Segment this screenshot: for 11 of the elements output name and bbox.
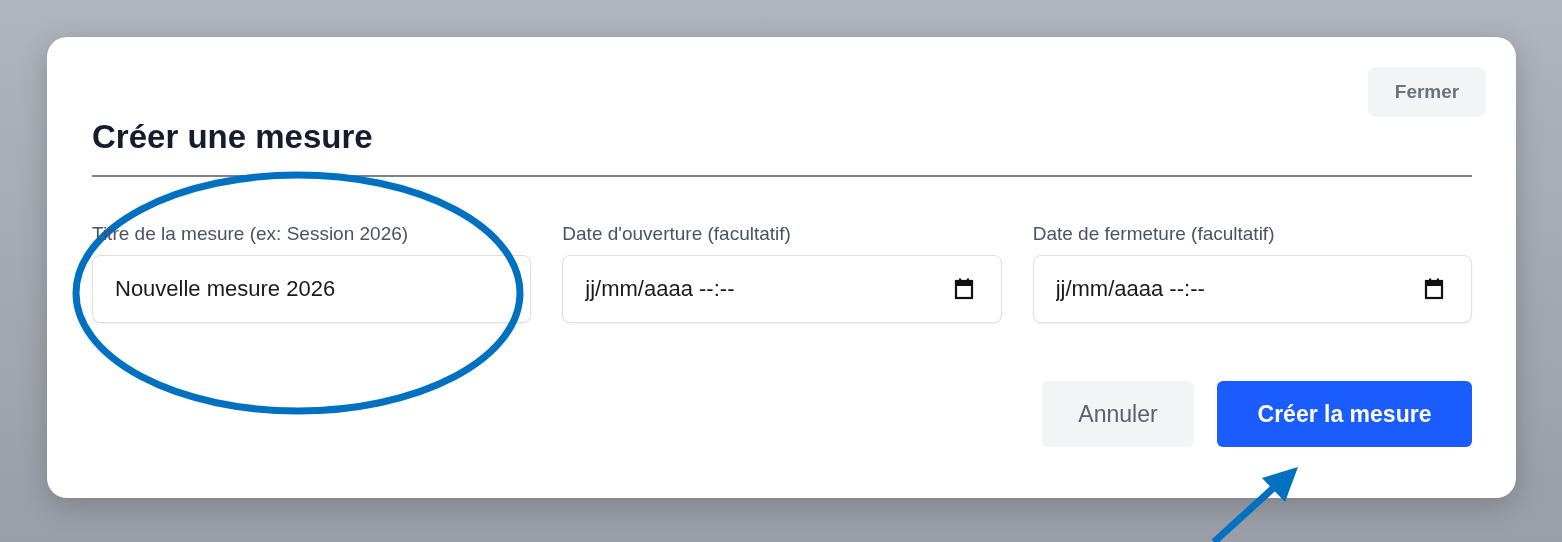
create-button[interactable]: Créer la mesure xyxy=(1217,381,1472,447)
close-button[interactable]: Fermer xyxy=(1368,67,1486,117)
date-input-field[interactable]: jj/mm/aaaa --:-- xyxy=(562,255,1002,323)
calendar-icon[interactable] xyxy=(953,278,974,300)
field-label: Date d'ouverture (facultatif) xyxy=(562,223,792,245)
field-label: Date de fermeture (facultatif) xyxy=(1032,223,1276,245)
title-input-field[interactable]: Nouvelle mesure 2026 xyxy=(92,255,532,323)
cancel-button[interactable]: Annuler xyxy=(1042,381,1194,447)
calendar-icon[interactable] xyxy=(1424,278,1444,300)
dialog-title: Créer une mesure xyxy=(92,117,374,157)
date-input-field[interactable]: jj/mm/aaaa --:-- xyxy=(1032,255,1472,323)
